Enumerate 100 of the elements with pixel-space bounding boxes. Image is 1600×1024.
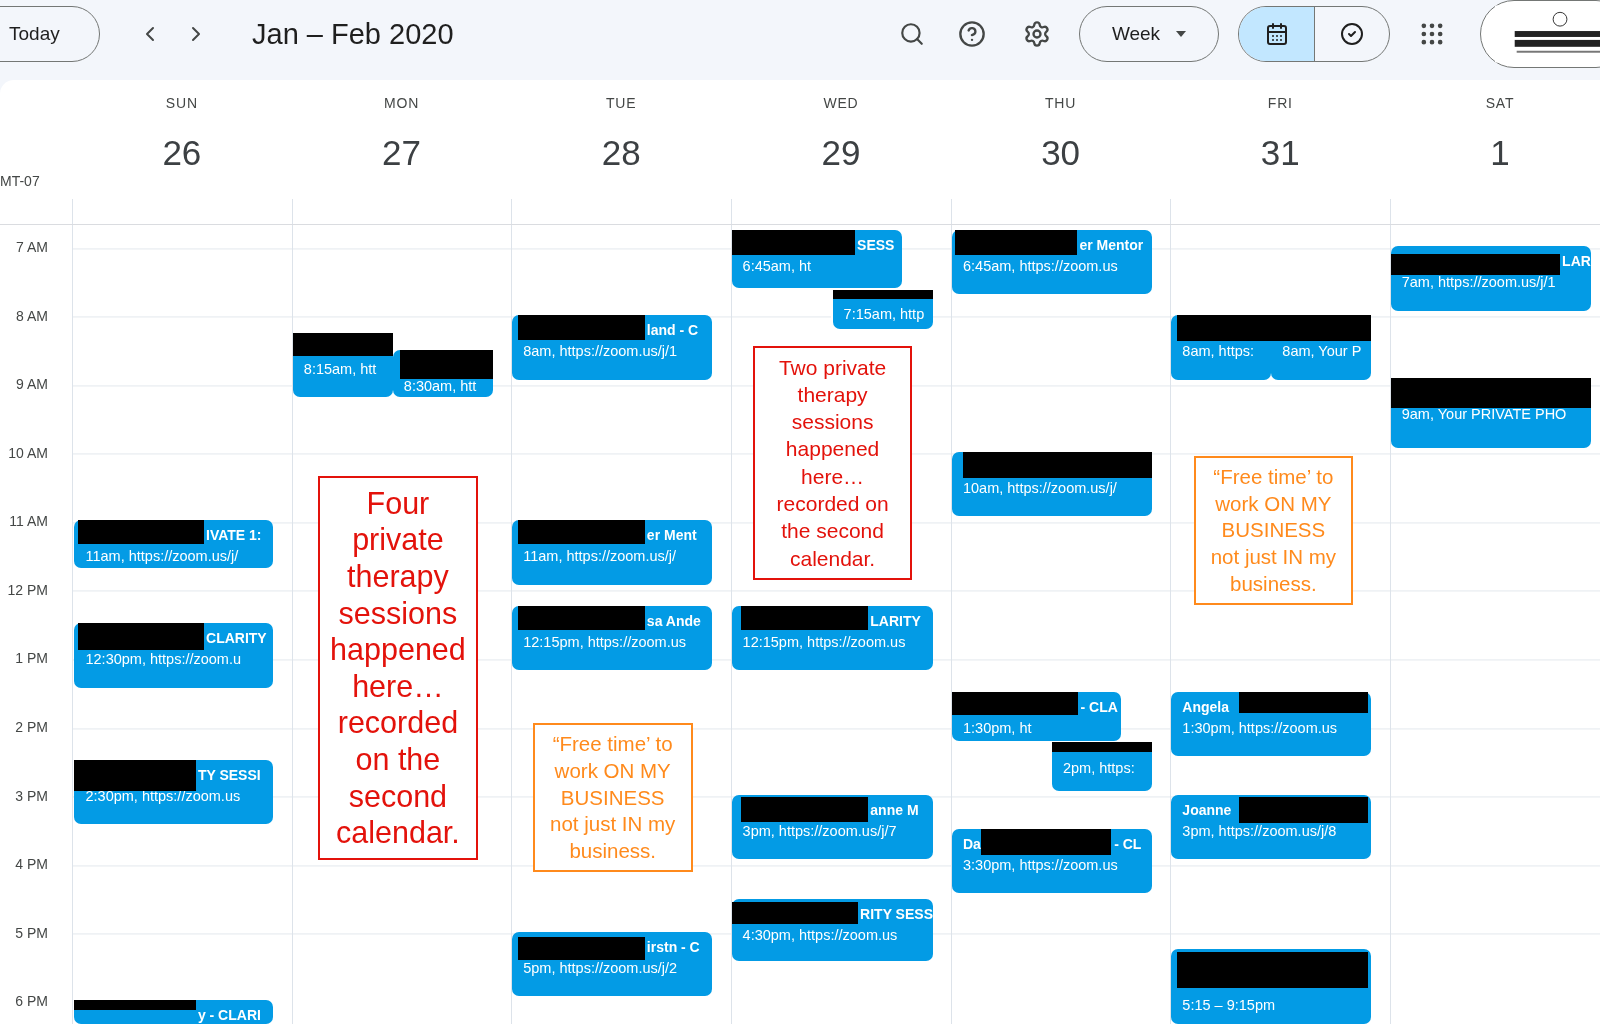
event-card[interactable]: Da - CL 3:30pm, https://zoom.us [951, 828, 1152, 893]
day-number[interactable]: 28 [601, 133, 641, 173]
event-time: 11am, https://zoom.us/j/ [85, 547, 239, 567]
event-card[interactable]: irstn - C 5pm, https://zoom.us/j/2 [512, 931, 713, 996]
day-name: TUE [606, 95, 637, 111]
day-number[interactable]: 29 [821, 133, 861, 173]
event-title: er Ment [646, 526, 697, 546]
hour-label: 1 PM [15, 650, 48, 667]
day-name: FRI [1267, 95, 1293, 111]
search-icon [899, 21, 925, 47]
event-card[interactable]: Joanne 3pm, https://zoom.us/j/8 [1171, 794, 1372, 860]
event-card[interactable]: 8:30am, htt [392, 350, 493, 397]
day-name: THU [1045, 95, 1077, 111]
event-title: sa Ande [646, 612, 701, 632]
event-title: RITY SESS [860, 904, 933, 924]
day-name: WED [823, 95, 859, 111]
help-icon [958, 20, 986, 48]
event-card[interactable]: 8am, https: [1171, 315, 1272, 380]
event-title: LARITY [870, 612, 921, 632]
event-time: 6:45am, https://zoom.us [962, 256, 1118, 276]
event-card[interactable]: anne M 3pm, https://zoom.us/j/7 [731, 794, 933, 860]
event-time: 7:15am, http [843, 304, 925, 324]
event-card[interactable]: 9am, Your PRIVATE PHO [1390, 377, 1591, 448]
day-number[interactable]: 27 [382, 133, 421, 173]
event-title: TY SESSI [197, 766, 261, 786]
event-card[interactable]: land - C 8am, https://zoom.us/j/1 [512, 315, 713, 380]
day-number[interactable]: 31 [1260, 133, 1300, 173]
hour-label: 9 AM [16, 376, 48, 393]
event-title: land - C [646, 321, 699, 341]
event-time: 8:15am, htt [303, 359, 377, 379]
event-title: - CLA [1080, 697, 1118, 717]
day-number[interactable]: 26 [162, 133, 202, 173]
event-card[interactable]: 7:15am, http [832, 289, 933, 329]
event-card[interactable]: er Mentor 6:45am, https://zoom.us [951, 229, 1152, 294]
calendar-icon [1264, 22, 1289, 46]
date-range-title: Jan – Feb 2020 [252, 17, 455, 51]
hour-label: 10 AM [8, 444, 48, 461]
event-card[interactable]: - CLA 1:30pm, ht [951, 691, 1122, 741]
event-time: 12:30pm, https://zoom.u [85, 650, 242, 670]
event-card[interactable]: TY SESSI 2:30pm, https://zoom.us [74, 760, 274, 825]
event-title: anne M [870, 800, 919, 820]
caret-icon [1176, 31, 1187, 37]
day-name: MON [384, 95, 420, 111]
calendar-view-button[interactable] [1239, 7, 1314, 61]
hour-label: 11 AM [9, 513, 48, 530]
event-card[interactable]: RITY SESS 4:30pm, https://zoom.us [731, 898, 933, 962]
annotation-note: “Free time’ to work ON MY BUSINESS not just IN my business. [532, 723, 693, 873]
event-card[interactable]: Angela 1:30pm, https://zoom.us [1171, 691, 1372, 757]
annotation-note: Four private therapy sessions happened here… recorded on the second calendar. [318, 475, 478, 861]
event-time: 5:15 – 9:15pm [1182, 995, 1276, 1015]
event-time: 3:30pm, https://zoom.us [962, 855, 1118, 875]
event-title: Angela [1182, 697, 1230, 717]
hour-label: 12 PM [7, 581, 48, 598]
event-title: SESS [857, 235, 895, 255]
event-card[interactable]: LARITY 12:15pm, https://zoom.us [731, 606, 933, 671]
event-card[interactable]: 8am, Your P [1271, 315, 1372, 380]
hour-label: 4 PM [15, 856, 48, 873]
event-card[interactable]: er Ment 11am, https://zoom.us/j/ [512, 520, 713, 585]
check-circle-icon [1340, 22, 1364, 46]
event-card[interactable]: 8:15am, htt [292, 332, 393, 397]
event-card[interactable]: LAR 7am, https://zoom.us/j/1 [1390, 245, 1591, 312]
event-card[interactable]: 5:15 – 9:15pm [1171, 948, 1372, 1024]
event-card[interactable]: 10am, https://zoom.us/j/ [951, 452, 1152, 517]
event-time: 2:30pm, https://zoom.us [85, 787, 241, 807]
event-time: 12:15pm, https://zoom.us [742, 633, 906, 653]
event-title: y - CLARI [197, 1006, 261, 1024]
event-time: 8am, https: [1182, 342, 1255, 362]
hour-label: 7 AM [16, 239, 48, 255]
event-time: 5pm, https://zoom.us/j/2 [523, 958, 678, 978]
event-card[interactable]: SESS 6:45am, ht [731, 229, 902, 288]
hour-label: 3 PM [15, 787, 48, 804]
event-card[interactable]: IVATE 1: 11am, https://zoom.us/j/ [74, 520, 274, 569]
annotation-note: “Free time’ to work ON MY BUSINESS not just IN my business. [1193, 456, 1353, 606]
event-title: Da [962, 834, 981, 854]
event-title: Joanne [1182, 800, 1232, 820]
account-button[interactable] [1480, 0, 1600, 68]
event-time: 10am, https://zoom.us/j/ [962, 479, 1117, 499]
settings-icon [1023, 20, 1051, 48]
event-time: 2pm, https: [1062, 758, 1135, 778]
event-card[interactable]: sa Ande 12:15pm, https://zoom.us [512, 606, 713, 671]
event-title: - CL [1114, 834, 1142, 854]
day-name: SAT [1485, 95, 1515, 111]
event-time: 3pm, https://zoom.us/j/8 [1182, 821, 1337, 841]
day-number[interactable]: 30 [1041, 133, 1081, 173]
event-time: 8:30am, htt [403, 377, 477, 396]
day-number[interactable]: 1 [1490, 133, 1510, 173]
event-card[interactable]: CLARITY 12:30pm, https://zoom.u [74, 623, 274, 688]
event-card[interactable]: y - CLARI [74, 1000, 274, 1024]
event-title: irstn - C [646, 937, 700, 957]
hour-label: 2 PM [15, 719, 48, 735]
event-time: 9am, Your PRIVATE PHO [1401, 404, 1567, 424]
hour-label: 8 AM [16, 307, 48, 324]
event-time: 1:30pm, https://zoom.us [1182, 718, 1338, 738]
event-time: 1:30pm, ht [962, 718, 1032, 738]
event-time: 8am, https://zoom.us/j/1 [523, 342, 678, 362]
event-time: 3pm, https://zoom.us/j/7 [742, 821, 897, 841]
event-time: 4:30pm, https://zoom.us [742, 925, 898, 945]
event-card[interactable]: 2pm, https: [1051, 741, 1152, 791]
timezone-label: MT-07 [0, 173, 41, 191]
annotation-note: Two private therapy sessions happened here… recorded on the second calendar. [753, 345, 913, 580]
